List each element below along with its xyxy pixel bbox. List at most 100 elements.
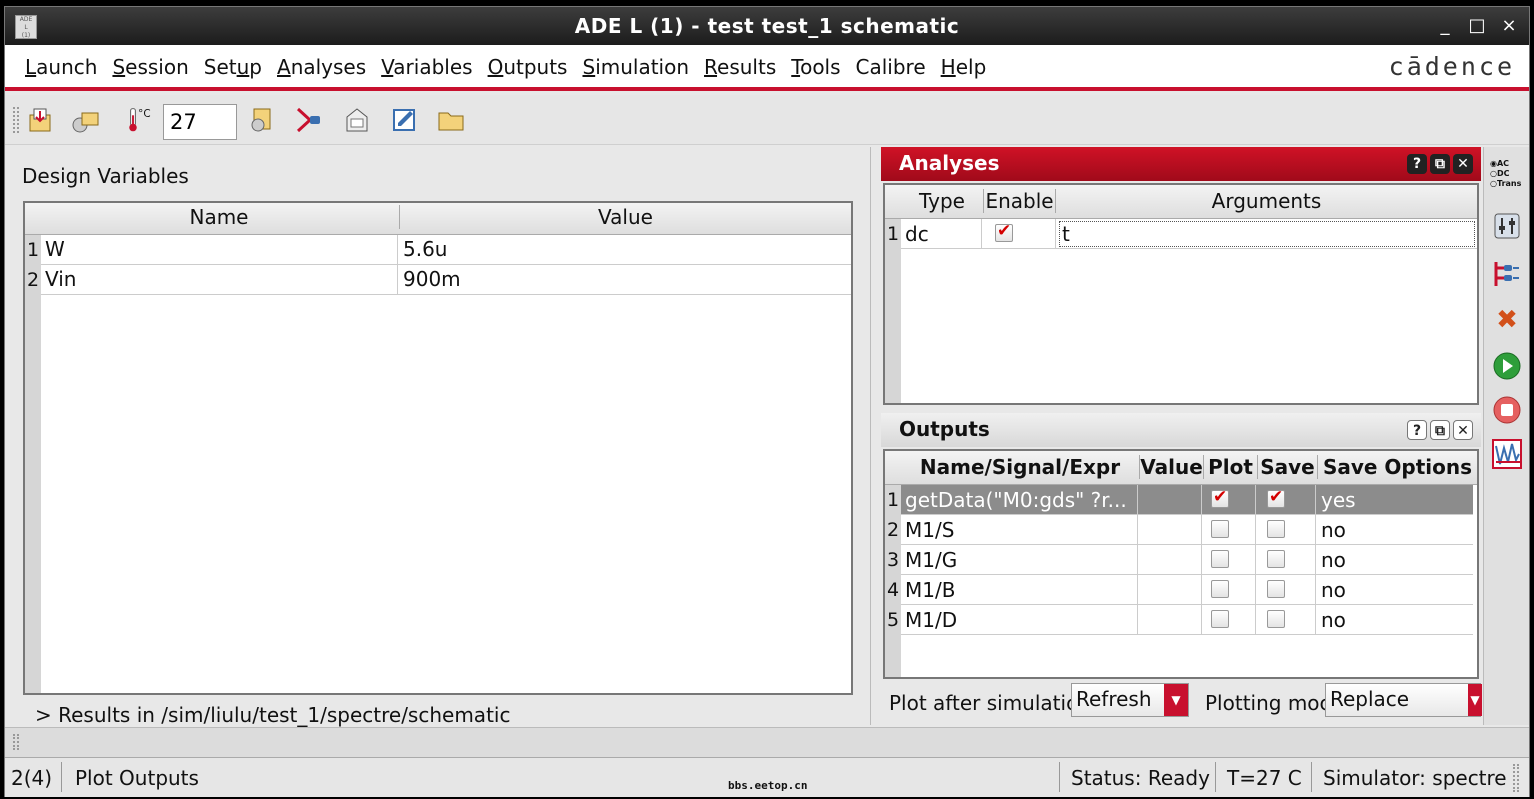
output-plot-checkbox[interactable] [1211, 580, 1229, 598]
mini-radio-ac: ◉AC [1490, 159, 1510, 168]
output-save-options[interactable]: no [1321, 608, 1346, 632]
analysis-row[interactable]: 1 dc t [885, 219, 1477, 249]
temperature-input[interactable] [163, 104, 237, 140]
chevron-down-icon[interactable]: ▼ [1164, 684, 1188, 716]
stored-results-icon[interactable] [341, 105, 373, 135]
output-save-checkbox[interactable] [1267, 520, 1285, 538]
column-header-plot[interactable]: Plot [1203, 455, 1257, 479]
minimize-button[interactable]: _ [1433, 15, 1457, 37]
table-row[interactable]: 1 W 5.6u [25, 235, 851, 265]
column-header-arguments[interactable]: Arguments [1055, 189, 1477, 213]
scroll-grip[interactable] [13, 734, 19, 750]
output-save-checkbox[interactable] [1267, 580, 1285, 598]
column-header-enable[interactable]: Enable [983, 189, 1055, 213]
run-simulation-icon[interactable] [1490, 349, 1524, 383]
plot-after-simulation-select[interactable]: Refresh ▼ [1071, 683, 1189, 717]
output-save-options[interactable]: no [1321, 578, 1346, 602]
close-icon[interactable]: ✕ [1453, 420, 1473, 440]
output-name[interactable]: M1/B [905, 578, 1137, 602]
output-name[interactable]: M1/S [905, 518, 1137, 542]
menu-item-tools[interactable]: Tools [785, 55, 849, 79]
output-row[interactable]: 2 M1/S no [885, 515, 1473, 545]
open-folder-icon[interactable] [435, 105, 467, 135]
output-plot-checkbox[interactable] [1211, 487, 1229, 508]
plot-controls: Plot after simulatic Refresh ▼ Plotting … [881, 683, 1482, 723]
column-header-save-options[interactable]: Save Options [1317, 455, 1477, 479]
column-header-name[interactable]: Name [41, 205, 397, 229]
variable-name[interactable]: W [45, 237, 65, 261]
menu-item-outputs[interactable]: Outputs [482, 55, 577, 79]
horizontal-scroll-strip[interactable] [5, 727, 1529, 757]
row-index: 1 [885, 219, 901, 249]
stop-simulation-icon[interactable] [1490, 393, 1524, 427]
output-name[interactable]: M1/D [905, 608, 1137, 632]
load-state-icon[interactable] [69, 105, 101, 135]
output-plot-checkbox[interactable] [1211, 610, 1229, 628]
analysis-arguments[interactable]: t [1059, 221, 1475, 247]
output-save-options[interactable]: no [1321, 548, 1346, 572]
menu-item-session[interactable]: Session [106, 55, 197, 79]
choose-analyses-icon[interactable]: ◉AC ○DC ○Trans [1490, 157, 1524, 191]
temperature-icon: °C [125, 105, 157, 135]
output-row[interactable]: 4 M1/B no [885, 575, 1473, 605]
column-header-name-signal-expr[interactable]: Name/Signal/Expr [901, 455, 1139, 479]
output-save-checkbox[interactable] [1267, 550, 1285, 568]
tune-parameters-icon[interactable] [1490, 209, 1524, 243]
float-icon[interactable]: ⧉ [1430, 420, 1450, 440]
variable-value[interactable]: 900m [403, 267, 461, 291]
column-divider [1137, 575, 1138, 604]
help-icon[interactable]: ? [1407, 154, 1427, 174]
output-save-options[interactable]: yes [1321, 488, 1356, 512]
float-icon[interactable]: ⧉ [1430, 154, 1450, 174]
output-name[interactable]: M1/G [905, 548, 1137, 572]
column-divider [1137, 605, 1138, 634]
resize-grip[interactable] [1513, 764, 1519, 792]
help-icon[interactable]: ? [1407, 420, 1427, 440]
column-header-type[interactable]: Type [901, 189, 983, 213]
menu-item-simulation[interactable]: Simulation [576, 55, 698, 79]
column-header-save[interactable]: Save [1257, 455, 1317, 479]
output-row[interactable]: 1getData("M0:gds" ?r... yes [885, 485, 1473, 515]
netlist-icon[interactable] [245, 105, 277, 135]
menu-item-help[interactable]: Help [935, 55, 996, 79]
select-outputs-icon[interactable] [1490, 257, 1524, 291]
output-plot-checkbox[interactable] [1211, 550, 1229, 568]
analysis-enable-checkbox[interactable] [995, 221, 1013, 242]
close-button[interactable]: × [1497, 15, 1521, 37]
variable-value[interactable]: 5.6u [403, 237, 447, 261]
delete-icon[interactable]: ✖ [1490, 303, 1524, 337]
window-title: ADE L (1) - test test_1 schematic [574, 14, 960, 38]
menu-item-launch[interactable]: Launch [19, 55, 106, 79]
menu-item-setup[interactable]: Setup [198, 55, 271, 79]
variable-name[interactable]: Vin [45, 267, 76, 291]
outputs-panel-title: Outputs ? ⧉ ✕ [881, 413, 1481, 447]
output-save-checkbox[interactable] [1267, 610, 1285, 628]
column-header-value[interactable]: Value [399, 205, 851, 229]
maximize-button[interactable]: □ [1465, 15, 1489, 37]
output-save-options[interactable]: no [1321, 518, 1346, 542]
edit-variables-icon[interactable] [389, 105, 421, 135]
column-divider [1255, 605, 1256, 634]
menu-item-analyses[interactable]: Analyses [271, 55, 375, 79]
output-row[interactable]: 5 M1/D no [885, 605, 1473, 635]
toolbar-grip[interactable] [13, 107, 19, 133]
column-divider [1315, 605, 1316, 634]
table-row[interactable]: 2 Vin 900m [25, 265, 851, 295]
menu-item-variables[interactable]: Variables [375, 55, 481, 79]
row-index: 4 [885, 575, 901, 605]
output-plot-checkbox[interactable] [1211, 520, 1229, 538]
output-row[interactable]: 3 M1/G no [885, 545, 1473, 575]
analysis-type[interactable]: dc [905, 222, 929, 246]
chevron-down-icon[interactable]: ▼ [1468, 684, 1482, 716]
column-divider [1137, 515, 1138, 544]
output-save-checkbox[interactable] [1267, 487, 1285, 508]
column-header-value[interactable]: Value [1139, 455, 1203, 479]
plot-outputs-icon[interactable] [1490, 437, 1524, 471]
plotting-mode-select[interactable]: Replace ▼ [1325, 683, 1482, 717]
close-icon[interactable]: ✕ [1453, 154, 1473, 174]
menu-item-results[interactable]: Results [698, 55, 785, 79]
menu-item-calibre[interactable]: Calibre [850, 55, 935, 79]
output-name[interactable]: getData("M0:gds" ?r... [905, 488, 1137, 512]
save-state-icon[interactable] [25, 105, 57, 135]
choose-schematic-icon[interactable] [293, 105, 325, 135]
